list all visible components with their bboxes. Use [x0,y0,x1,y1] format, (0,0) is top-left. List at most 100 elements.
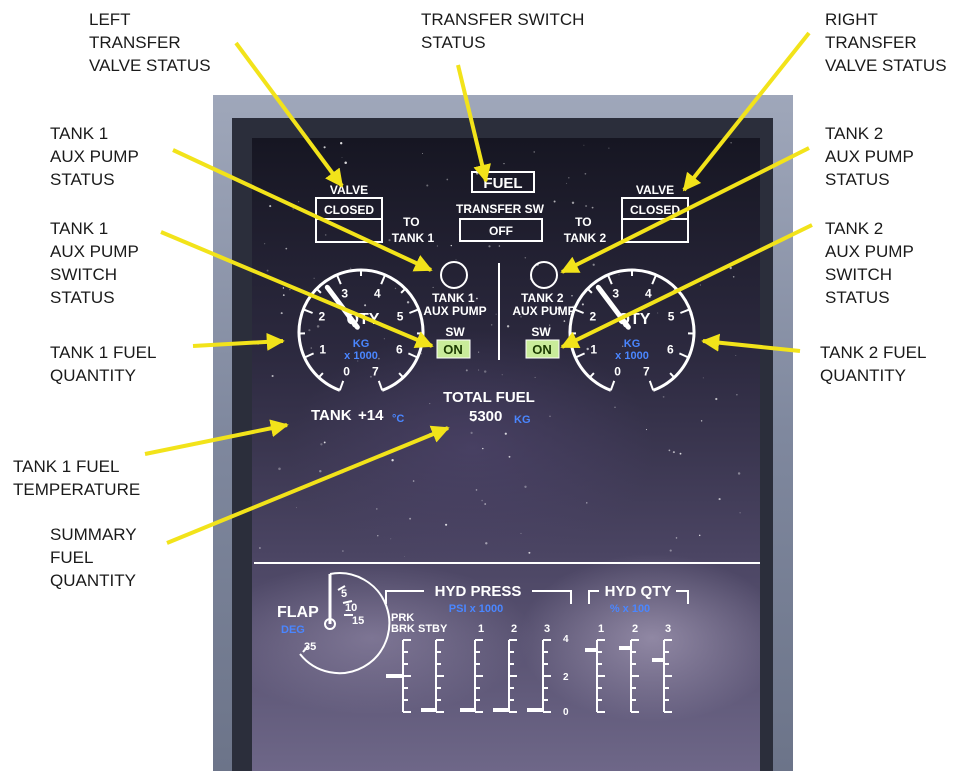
leader-arrow-transfer-switch [456,64,491,183]
star-dot [591,206,594,209]
gauge-tick-label: 6 [667,342,674,356]
gauge-tick-label: 1 [590,342,597,356]
tank2-fuel-gauge: 0123 4567QTYKGx 1000 [568,268,696,392]
tank-temp-label: TANK [311,407,352,424]
leader-arrow-right-valve [682,31,811,192]
star-dot [657,312,659,314]
star-dot [341,157,343,158]
star-dot [528,551,531,554]
star-dot [584,172,587,175]
star-dot [340,142,343,145]
gauge-tick [302,308,313,314]
star-dot [583,144,585,146]
star-dot [388,239,391,242]
star-dot [404,555,406,557]
fuel-title: FUEL [483,175,522,192]
gauge-tick [304,352,315,359]
star-dot [266,269,269,272]
flap-tick-10: 10 [345,602,357,614]
star-dot [426,184,429,187]
star-dot [739,512,741,514]
hyd-qty-scales [585,639,672,713]
star-dot [585,204,588,208]
to-tank2-label: TO TANK 2 [564,215,607,245]
star-dot [534,376,536,378]
tank1-sw-label: SW [445,325,465,339]
valve-left-label: VALVE [330,183,368,197]
gauge-tick-label: 0 [614,365,621,379]
star-dot [495,313,497,315]
star-dot [450,244,452,247]
star-dot [319,469,322,473]
hyd-press-col-stby: STBY [418,623,448,635]
star-dot [446,178,449,181]
gauge-tick [318,372,324,379]
star-dot [718,498,721,501]
gauge-unit: KG [624,338,641,350]
leader-arrow-left-valve [234,41,344,188]
leader-arrow-tank1-temp [144,419,289,456]
star-dot [485,542,488,545]
star-dot [298,201,300,203]
hyd-qty-col-1: 1 [598,623,604,635]
star-dot [406,301,410,304]
star-dot [501,374,503,376]
gauge-tick-label: 5 [397,310,404,324]
star-dot [289,288,291,291]
star-dot [323,146,326,149]
leader-arrow-tank1-switch [160,230,434,349]
transfer-sw-label: TRANSFER SW [456,202,545,216]
star-dot [364,304,367,307]
gauge-scale: x 1000 [344,350,378,362]
star-dot [292,208,294,210]
star-dot [475,489,478,491]
hyd-press-scale-4: 4 [563,634,569,645]
tank-temp-unit: °C [392,413,404,425]
tank2-sw-state: ON [532,342,552,357]
tank2-sw-label: SW [531,325,551,339]
gauge-tick [338,380,345,391]
tank2-aux-pump-indicator [530,261,558,289]
to-tank1-label: TO TANK 1 [392,215,435,245]
star-dot [465,369,468,372]
gauge-tick [377,380,384,391]
star-dot [553,200,556,203]
gauge-tick [586,287,593,294]
gauge-tick-label: 3 [341,286,348,300]
hyd-press-scale-0: 0 [563,707,569,718]
hyd-press-scales [386,639,551,713]
gauge-tick-label: 7 [372,365,379,379]
star-dot [730,142,732,144]
star-dot [506,325,510,328]
gauge-tick-label: 3 [612,286,619,300]
hyd-qty-bracket-right [676,590,689,604]
hyd-qty-col-2: 2 [632,623,638,635]
tank1-sw-state: ON [443,342,463,357]
star-dot [549,415,551,418]
star-dot [278,467,281,471]
transfer-sw-state: OFF [489,224,513,238]
total-fuel-label: TOTAL FUEL [443,389,535,406]
star-dot [445,523,448,526]
total-fuel-unit: KG [514,414,531,426]
star-dot [344,161,347,165]
hyd-qty-col-3: 3 [665,623,671,635]
flap-label: FLAP [277,604,319,621]
star-dot [503,162,505,165]
star-dot [662,396,665,398]
star-dot [271,374,274,378]
star-dot [350,267,352,269]
star-dot [679,452,682,455]
gauge-tick-label: 5 [668,310,675,324]
star-dot [285,247,288,250]
gauge-tick [606,274,613,285]
star-dot [391,459,394,462]
star-dot [571,295,573,297]
star-dot [377,535,379,537]
star-dot [412,480,415,482]
star-dot [422,152,424,154]
gauge-tick [678,352,689,359]
hyd-press-col-3: 3 [544,623,550,635]
star-dot [282,287,285,289]
hyd-press-bracket-right [532,590,572,604]
